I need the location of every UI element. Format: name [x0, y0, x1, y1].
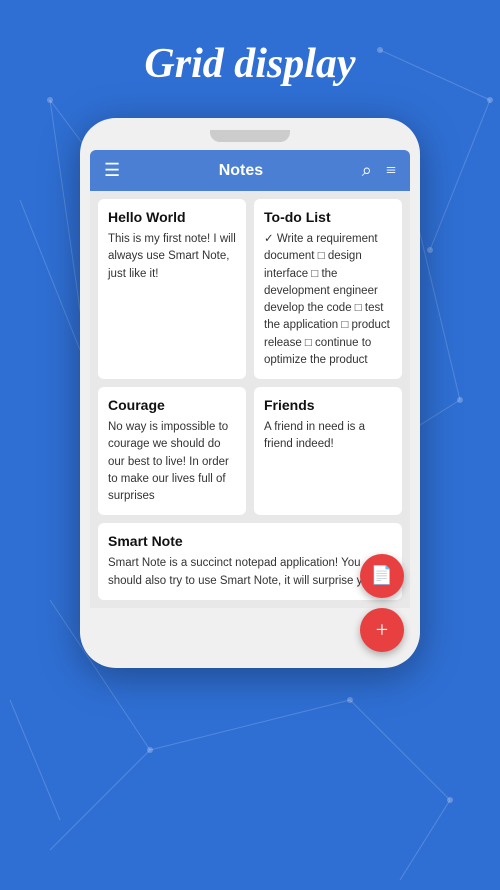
note-title: Hello World — [108, 209, 236, 225]
app-bar: ☰ Notes ⌕ ≡ — [90, 150, 410, 191]
note-title: Courage — [108, 397, 236, 413]
note-body: ✓ Write a requirement document □ design … — [264, 231, 392, 369]
note-card-hello-world[interactable]: Hello World This is my first note! I wil… — [98, 199, 246, 379]
add-icon: + — [376, 617, 388, 643]
add-note-fab[interactable]: + — [360, 608, 404, 652]
note-card-smart-note[interactable]: Smart Note Smart Note is a succinct note… — [98, 523, 402, 600]
note-card-courage[interactable]: Courage No way is impossible to courage … — [98, 387, 246, 515]
page-title: Grid display — [144, 40, 355, 88]
new-document-fab[interactable]: 📄 — [360, 554, 404, 598]
note-body: Smart Note is a succinct notepad applica… — [108, 555, 392, 590]
note-title: Friends — [264, 397, 392, 413]
note-title: To-do List — [264, 209, 392, 225]
phone-notch — [210, 130, 290, 142]
phone-frame: ☰ Notes ⌕ ≡ Hello World This is my first… — [80, 118, 420, 668]
app-bar-actions: ⌕ ≡ — [362, 160, 396, 181]
doc-icon: 📄 — [371, 565, 393, 586]
notes-grid: Hello World This is my first note! I wil… — [90, 191, 410, 608]
app-bar-title: Notes — [219, 162, 263, 180]
note-title: Smart Note — [108, 533, 392, 549]
note-body: A friend in need is a friend indeed! — [264, 419, 392, 454]
menu-icon[interactable]: ☰ — [104, 160, 120, 181]
note-body: No way is impossible to courage we shoul… — [108, 419, 236, 505]
note-card-friends[interactable]: Friends A friend in need is a friend ind… — [254, 387, 402, 515]
note-card-todo-list[interactable]: To-do List ✓ Write a requirement documen… — [254, 199, 402, 379]
note-body: This is my first note! I will always use… — [108, 231, 236, 283]
filter-icon[interactable]: ≡ — [386, 160, 396, 181]
search-icon[interactable]: ⌕ — [362, 160, 372, 181]
fab-container: 📄 + — [360, 554, 404, 652]
